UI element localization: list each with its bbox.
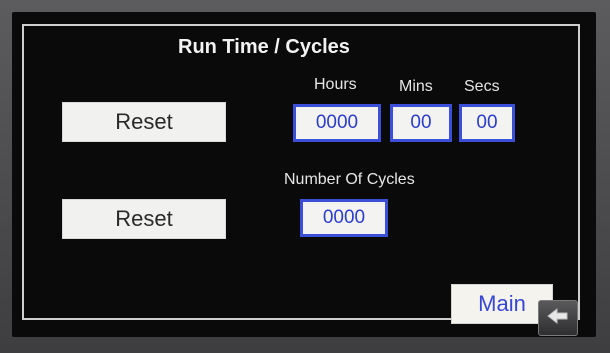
cycles-count-field[interactable]: 0000 xyxy=(300,199,388,237)
number-of-cycles-label: Number Of Cycles xyxy=(284,171,415,188)
secs-label: Secs xyxy=(464,78,500,95)
hours-label: Hours xyxy=(314,76,357,93)
back-arrow-icon xyxy=(547,307,569,330)
page-title: Run Time / Cycles xyxy=(178,36,350,58)
cycles-reset-button[interactable]: Reset xyxy=(62,199,226,239)
back-button[interactable] xyxy=(538,300,578,336)
mins-label: Mins xyxy=(399,78,433,95)
run-time-reset-button[interactable]: Reset xyxy=(62,102,226,142)
hours-field[interactable]: 0000 xyxy=(293,104,381,142)
secs-field[interactable]: 00 xyxy=(459,104,515,142)
mins-field[interactable]: 00 xyxy=(390,104,452,142)
